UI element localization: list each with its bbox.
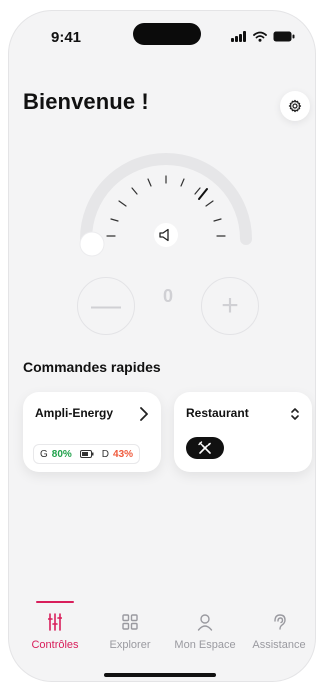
phone-screen: 9:41 Bienvenue ! — 0 + Commandes rapides… <box>0 0 322 687</box>
bottom-nav: Contrôles Explorer Mon Espace Assistance <box>9 601 315 661</box>
utensils-icon <box>198 441 211 454</box>
ear-icon <box>274 614 286 630</box>
card-title: Restaurant <box>186 406 249 420</box>
app-frame: 9:41 Bienvenue ! — 0 + Commandes rapides… <box>8 10 316 682</box>
home-indicator <box>104 673 216 677</box>
settings-button[interactable] <box>280 91 310 121</box>
tab-mon-espace[interactable]: Mon Espace <box>167 601 243 661</box>
battery-icon <box>273 31 295 42</box>
gear-icon <box>288 99 302 113</box>
grid-icon <box>122 614 138 630</box>
d-label: D <box>101 448 110 460</box>
battery-small-icon <box>79 450 94 458</box>
signal-icon <box>231 31 246 42</box>
status-time: 9:41 <box>51 29 82 46</box>
dial-center <box>154 223 178 247</box>
restaurant-mode-button[interactable] <box>186 437 224 459</box>
tab-controles[interactable]: Contrôles <box>17 601 93 661</box>
volume-dial[interactable] <box>71 151 261 271</box>
g-label: G <box>40 448 48 460</box>
user-icon <box>197 614 213 631</box>
section-title: Commandes rapides <box>23 359 161 375</box>
plus-icon: + <box>221 289 239 322</box>
g-value: 80% <box>51 448 72 460</box>
tab-label: Mon Espace <box>174 639 236 651</box>
status-icons <box>231 31 295 42</box>
dial-knob <box>79 231 105 257</box>
dial-pointer <box>198 188 208 200</box>
wifi-icon <box>253 31 267 42</box>
chevron-right-icon <box>140 407 148 421</box>
chevron-up-down-icon[interactable] <box>290 407 300 421</box>
d-value: 43% <box>113 448 134 460</box>
tab-explorer[interactable]: Explorer <box>92 601 168 661</box>
tab-label: Assistance <box>252 639 306 651</box>
battery-levels: G 80% D 43% <box>33 444 141 464</box>
status-bar: 9:41 <box>9 11 315 57</box>
volume-increase-button[interactable]: + <box>201 277 259 335</box>
tab-assistance[interactable]: Assistance <box>241 601 315 661</box>
minus-icon: — <box>91 289 121 322</box>
restaurant-card[interactable]: Restaurant <box>174 392 312 472</box>
tab-label: Contrôles <box>31 639 79 651</box>
tab-label: Explorer <box>109 639 151 651</box>
volume-value: 0 <box>162 286 173 306</box>
card-title: Ampli-Energy <box>35 406 114 420</box>
volume-decrease-button[interactable]: — <box>77 277 135 335</box>
ampli-energy-card[interactable]: Ampli-Energy G 80% D 43% <box>23 392 161 472</box>
page-title: Bienvenue ! <box>23 89 149 114</box>
sliders-icon <box>48 613 62 631</box>
dynamic-island <box>133 23 201 45</box>
